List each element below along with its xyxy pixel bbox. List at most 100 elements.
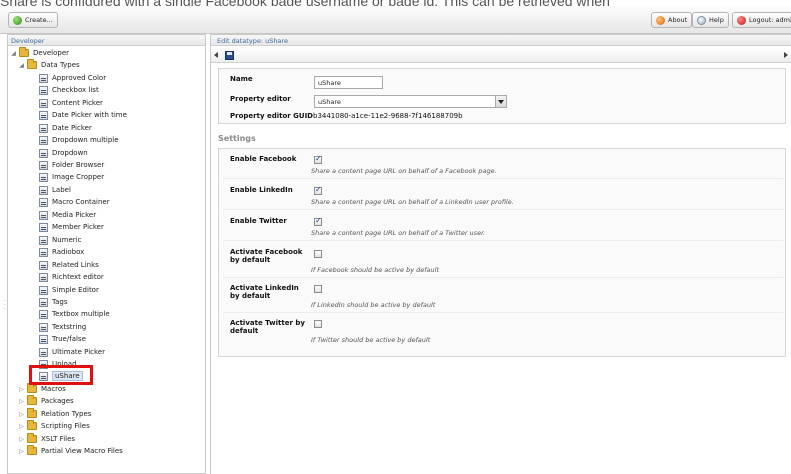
expand-arrow-icon[interactable]: ▷ bbox=[18, 448, 25, 455]
tree-node-label: Macros bbox=[41, 385, 66, 393]
tree-item-datatype[interactable]: Tags bbox=[39, 296, 68, 308]
folder-icon bbox=[27, 433, 37, 443]
tree-item-label: True/false bbox=[52, 335, 86, 343]
enable-facebook-checkbox[interactable] bbox=[314, 154, 322, 164]
datatype-icon bbox=[39, 322, 48, 332]
tree-item-datatype[interactable]: Numeric bbox=[39, 234, 81, 246]
tree-node-label: Developer bbox=[33, 49, 70, 57]
tree-node-label: XSLT Files bbox=[41, 435, 76, 443]
row-divider bbox=[223, 312, 783, 313]
tree-item-datatype[interactable]: Radiobox bbox=[39, 246, 84, 258]
tree-node-relation-types[interactable]: ▷ Relation Types bbox=[18, 408, 91, 420]
expand-arrow-icon[interactable]: ▷ bbox=[18, 436, 25, 443]
help-button-label: Help bbox=[709, 16, 724, 24]
setting-label: Activate Facebook by default bbox=[230, 248, 303, 264]
tree-item-label: Dropdown multiple bbox=[52, 136, 119, 144]
datatype-icon bbox=[39, 135, 48, 145]
setting-label: Enable LinkedIn bbox=[230, 186, 293, 194]
tree-node-data-types[interactable]: ◢ Data Types bbox=[18, 59, 80, 71]
tree-item-datatype[interactable]: Richtext editor bbox=[39, 271, 104, 283]
tree-item-label: Image Cropper bbox=[52, 173, 105, 181]
property-editor-select[interactable]: uShare bbox=[314, 95, 507, 108]
tree-item-datatype[interactable]: Checkbox list bbox=[39, 84, 99, 96]
tree-item-datatype[interactable]: Content Picker bbox=[39, 97, 103, 109]
scroll-left-icon[interactable] bbox=[214, 52, 218, 58]
enable-twitter-checkbox[interactable] bbox=[314, 216, 322, 226]
tree-item-datatype[interactable]: Label bbox=[39, 184, 71, 196]
folder-icon bbox=[19, 47, 29, 57]
tree-item-datatype[interactable]: Date Picker with time bbox=[39, 109, 127, 121]
tree-item-datatype[interactable]: Image Cropper bbox=[39, 171, 104, 183]
logout-icon bbox=[737, 15, 746, 25]
activate-twitter-checkbox[interactable] bbox=[314, 320, 322, 328]
tree-item-datatype[interactable]: Approved Color bbox=[39, 72, 106, 84]
tree-node-label: Relation Types bbox=[41, 410, 92, 418]
setting-description: If LinkedIn should be active by default bbox=[311, 301, 436, 309]
tree-item-datatype[interactable]: Date Picker bbox=[39, 122, 92, 134]
property-editor-guid-value: b3441080-a1ce-11e2-9688-7f146188709b bbox=[313, 112, 463, 120]
tree-item-datatype[interactable]: Textstring bbox=[39, 321, 86, 333]
datatype-icon bbox=[39, 272, 48, 282]
enable-linkedin-checkbox[interactable] bbox=[314, 185, 322, 195]
name-input[interactable]: uShare bbox=[314, 76, 383, 89]
tree-item-datatype[interactable]: Dropdown bbox=[39, 147, 88, 159]
tree-item-datatype[interactable]: Related Links bbox=[39, 259, 99, 271]
about-button-label: About bbox=[668, 16, 688, 24]
tree-item-datatype[interactable]: Ultimate Picker bbox=[39, 346, 105, 358]
scroll-right-icon[interactable] bbox=[784, 52, 788, 58]
chevron-down-icon[interactable] bbox=[495, 96, 506, 107]
expand-arrow-icon[interactable]: ▷ bbox=[18, 386, 25, 393]
tree-item-label: Radiobox bbox=[52, 248, 85, 256]
tree-node-developer[interactable]: ◢ Developer bbox=[10, 47, 69, 59]
tree-node-partial-view-macro-files[interactable]: ▷ Partial View Macro Files bbox=[18, 445, 123, 457]
tree-panel-header: Developer bbox=[8, 35, 205, 46]
datatype-icon bbox=[39, 160, 48, 170]
tree-node-scripting-files[interactable]: ▷ Scripting Files bbox=[18, 420, 90, 432]
activate-linkedin-checkbox[interactable] bbox=[314, 285, 322, 293]
name-label: Name bbox=[230, 75, 253, 83]
folder-icon bbox=[27, 420, 37, 430]
tree-item-datatype[interactable]: Member Picker bbox=[39, 221, 104, 233]
setting-description: If Twitter should be active by default bbox=[311, 336, 431, 344]
top-toolbar: Create... About Help Logout: admin bbox=[0, 6, 791, 34]
datatype-icon bbox=[39, 297, 48, 307]
save-icon[interactable] bbox=[225, 51, 234, 60]
datatype-icon bbox=[39, 309, 48, 319]
datatype-icon bbox=[39, 85, 48, 95]
expand-arrow-icon[interactable]: ▷ bbox=[18, 423, 25, 430]
tree-item-datatype[interactable]: Dropdown multiple bbox=[39, 134, 119, 146]
folder-icon bbox=[27, 408, 37, 418]
tree-item-datatype[interactable]: Simple Editor bbox=[39, 284, 99, 296]
expand-arrow-icon[interactable]: ▷ bbox=[18, 398, 25, 405]
tree-item-datatype[interactable]: Media Picker bbox=[39, 209, 96, 221]
activate-facebook-checkbox[interactable] bbox=[314, 250, 322, 258]
tree-item-label: Ultimate Picker bbox=[52, 348, 105, 356]
datatype-properties-box: Name uShare Property editor uShare Prope… bbox=[218, 68, 786, 124]
expand-arrow-icon[interactable]: ▷ bbox=[18, 411, 25, 418]
tree-item-label: Dropdown bbox=[52, 149, 88, 157]
logout-button-label: Logout: admin bbox=[749, 16, 791, 24]
help-icon bbox=[697, 15, 706, 25]
tree-item-datatype[interactable]: Folder Browser bbox=[39, 159, 104, 171]
collapse-arrow-icon[interactable]: ◢ bbox=[10, 50, 17, 57]
logout-button[interactable]: Logout: admin bbox=[732, 12, 791, 28]
property-editor-guid-label: Property editor GUID bbox=[230, 112, 313, 120]
create-button[interactable]: Create... bbox=[8, 12, 58, 28]
tree-item-datatype[interactable]: Macro Container bbox=[39, 196, 110, 208]
tree-item-datatype[interactable]: Textbox multiple bbox=[39, 308, 110, 320]
folder-icon bbox=[27, 59, 37, 69]
tree-item-label: Macro Container bbox=[52, 198, 110, 206]
datatype-icon bbox=[39, 73, 48, 83]
help-button[interactable]: Help bbox=[692, 12, 729, 28]
setting-label: Enable Facebook bbox=[230, 155, 297, 163]
tree-node-xslt-files[interactable]: ▷ XSLT Files bbox=[18, 433, 75, 445]
datatype-icon bbox=[39, 235, 48, 245]
row-divider bbox=[223, 277, 783, 278]
collapse-arrow-icon[interactable]: ◢ bbox=[18, 62, 25, 69]
tree-node-packages[interactable]: ▷ Packages bbox=[18, 395, 74, 407]
about-button[interactable]: About bbox=[651, 12, 693, 28]
tree-item-label: Date Picker with time bbox=[52, 111, 127, 119]
datatype-icon bbox=[39, 285, 48, 295]
panel-splitter-handle[interactable]: · · · bbox=[4, 299, 7, 320]
tree-item-datatype[interactable]: True/false bbox=[39, 333, 86, 345]
